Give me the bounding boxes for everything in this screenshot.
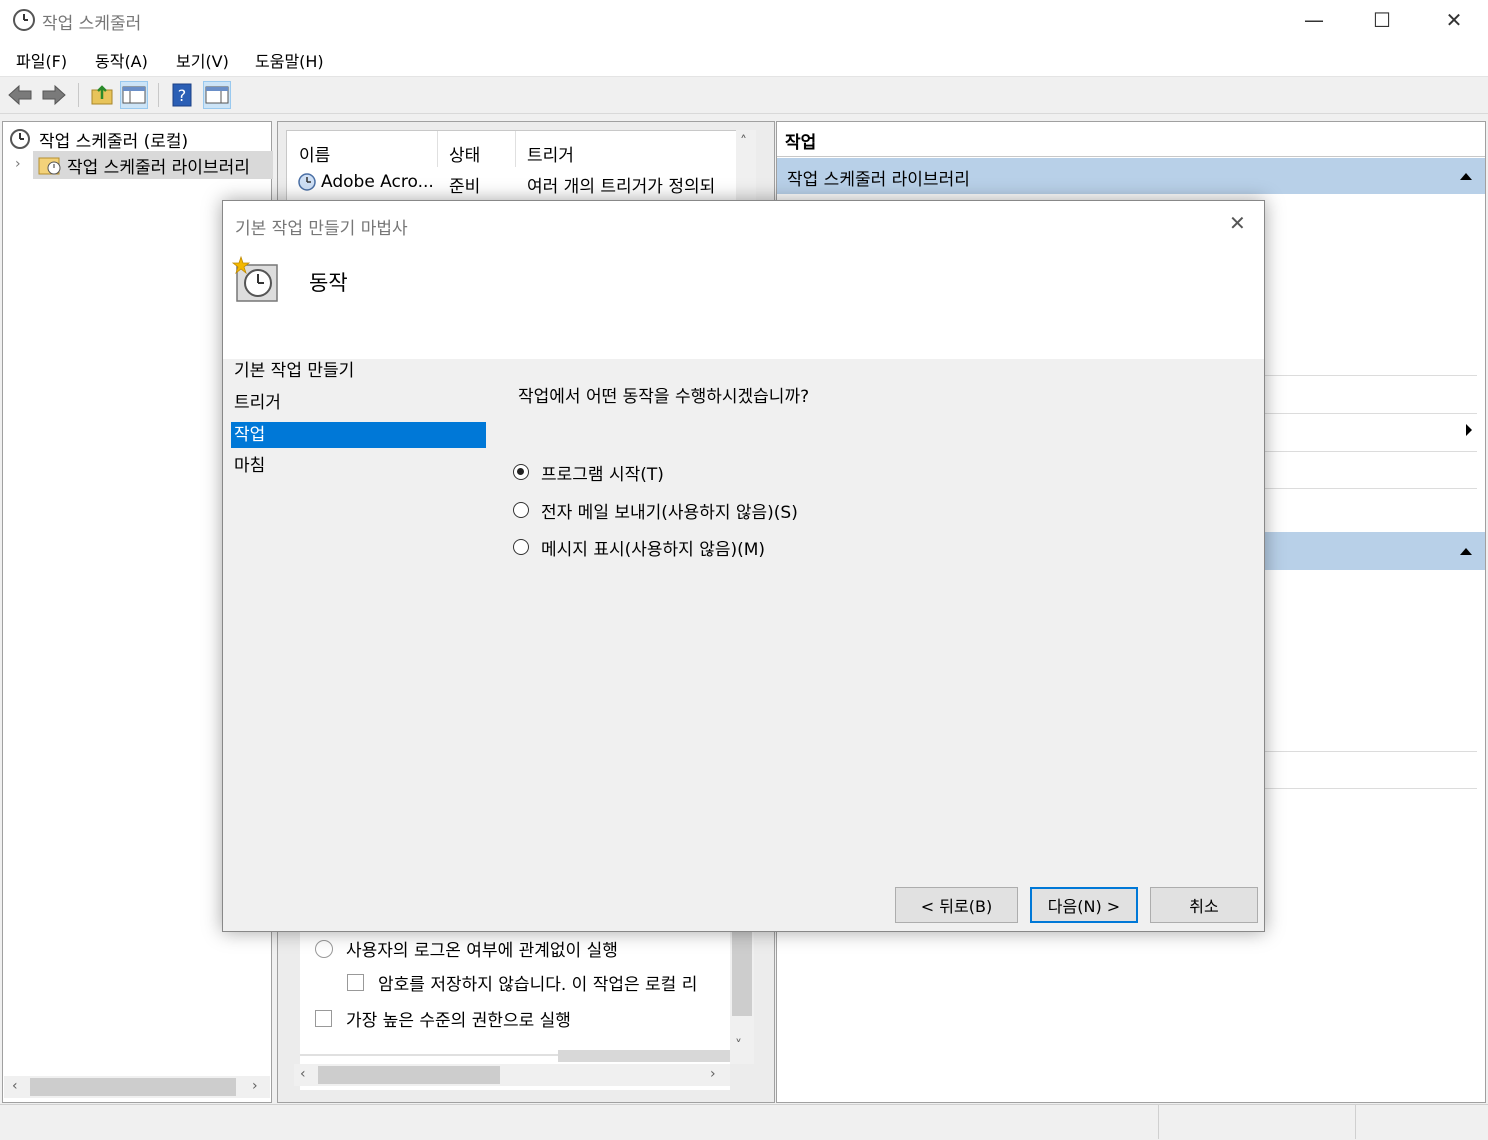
scroll-right-icon[interactable]: ›: [252, 1078, 258, 1094]
wizard-header: 기본 작업 만들기 마법사 ✕ 동작: [223, 201, 1264, 359]
wizard-title: 기본 작업 만들기 마법사: [235, 219, 408, 239]
task-list-vscroll[interactable]: ˄: [736, 130, 756, 200]
row-status: 준비: [449, 177, 481, 197]
tree-item-label: 작업 스케줄러 라이브러리: [67, 158, 250, 178]
clock-icon: [10, 129, 30, 149]
scroll-left-icon[interactable]: ‹: [12, 1078, 18, 1094]
scroll-left-icon[interactable]: ‹: [300, 1066, 306, 1082]
option-start-program[interactable]: 프로그램 시작(T): [511, 459, 911, 487]
step-action[interactable]: 작업: [231, 422, 486, 448]
action-divider: [1265, 375, 1477, 376]
action-divider: [1265, 751, 1477, 752]
actions-header: 작업: [777, 122, 1485, 157]
radio-run-regardless[interactable]: [315, 940, 333, 958]
status-separator: [1355, 1104, 1356, 1139]
create-basic-task-wizard: 기본 작업 만들기 마법사 ✕ 동작 기본 작업 만들기 트리거 작업 마침 작…: [222, 200, 1265, 932]
toolbar: ?: [0, 77, 1488, 114]
option-run-regardless-label: 사용자의 로그온 여부에 관계없이 실행: [346, 941, 618, 961]
folder-up-icon[interactable]: [88, 81, 116, 109]
next-button[interactable]: 다음(N) >: [1030, 887, 1138, 923]
collapse-triangle-icon[interactable]: [1459, 546, 1473, 556]
wizard-question: 작업에서 어떤 동작을 수행하시겠습니까?: [518, 387, 810, 407]
window-title: 작업 스케줄러: [42, 14, 142, 34]
status-bar: [0, 1104, 1488, 1140]
radio-display-message[interactable]: [513, 539, 529, 555]
scroll-right-icon[interactable]: ›: [710, 1066, 716, 1082]
column-divider: [437, 131, 438, 167]
expand-chevron-icon[interactable]: ›: [15, 156, 21, 172]
task-wizard-icon: [231, 255, 278, 302]
panel-scroll-fragment: [558, 1050, 730, 1062]
wizard-heading: 동작: [309, 271, 348, 295]
option-send-email-label: 전자 메일 보내기(사용하지 않음)(S): [541, 503, 798, 523]
action-divider: [1265, 413, 1477, 414]
svg-text:?: ?: [178, 86, 187, 105]
tree-root[interactable]: 작업 스케줄러 (로컬): [39, 127, 188, 152]
status-separator: [1158, 1104, 1159, 1139]
toolbar-separator: [158, 83, 159, 107]
actions-section-header[interactable]: 작업 스케줄러 라이브러리: [777, 158, 1485, 194]
toolbar-separator: [78, 83, 79, 107]
action-divider: [1265, 788, 1477, 789]
menu-help[interactable]: 도움말(H): [255, 48, 324, 72]
close-button[interactable]: ✕: [1420, 0, 1488, 40]
back-button[interactable]: < 뒤로(B): [895, 887, 1018, 923]
task-list: 이름 상태 트리거 Adobe Acro... 준비 여러 개의 트리거가 정의…: [286, 130, 740, 202]
step-finish[interactable]: 마침: [231, 453, 486, 479]
show-hide-console-tree-icon[interactable]: [120, 81, 148, 109]
action-divider: [1265, 488, 1477, 489]
column-header-status[interactable]: 상태: [449, 141, 480, 166]
option-start-program-label: 프로그램 시작(T): [541, 465, 664, 485]
scroll-down-icon[interactable]: ˅: [735, 1038, 742, 1054]
left-horizontal-scrollbar[interactable]: ‹ ›: [4, 1076, 270, 1098]
table-row[interactable]: Adobe Acro... 준비 여러 개의 트리거가 정의되: [287, 167, 739, 197]
properties-vscroll[interactable]: ˅: [730, 930, 754, 1064]
properties-hscroll[interactable]: ‹ ›: [294, 1064, 730, 1086]
step-create-basic-task[interactable]: 기본 작업 만들기: [231, 358, 486, 384]
option-no-password-label: 암호를 저장하지 않습니다. 이 작업은 로컬 리: [378, 975, 698, 995]
checkbox-highest-privileges[interactable]: [315, 1010, 332, 1027]
menu-file[interactable]: 파일(F): [16, 48, 67, 72]
option-highest-label: 가장 높은 수준의 권한으로 실행: [346, 1011, 571, 1031]
step-trigger[interactable]: 트리거: [231, 390, 486, 416]
menu-view[interactable]: 보기(V): [176, 48, 229, 72]
menu-bar: 파일(F) 동작(A) 보기(V) 도움말(H): [0, 40, 1488, 77]
cancel-button[interactable]: 취소: [1150, 887, 1258, 923]
scroll-up-icon[interactable]: ˄: [740, 134, 747, 150]
radio-start-program[interactable]: [513, 464, 529, 480]
title-bar: 작업 스케줄러 — ☐ ✕: [0, 0, 1488, 40]
row-name: Adobe Acro...: [321, 172, 434, 192]
collapse-triangle-icon[interactable]: [1459, 171, 1473, 181]
action-divider: [1265, 451, 1477, 452]
scroll-thumb[interactable]: [732, 930, 752, 1016]
option-send-email[interactable]: 전자 메일 보내기(사용하지 않음)(S): [511, 497, 911, 525]
help-icon[interactable]: ?: [168, 81, 196, 109]
radio-send-email[interactable]: [513, 502, 529, 518]
column-header-name[interactable]: 이름: [299, 141, 330, 166]
scroll-thumb[interactable]: [318, 1066, 500, 1084]
row-trigger: 여러 개의 트리거가 정의되: [527, 177, 716, 197]
tree-item-library[interactable]: 작업 스케줄러 라이브러리: [33, 151, 273, 179]
minimize-button[interactable]: —: [1280, 0, 1348, 40]
clock-icon: [13, 9, 35, 31]
show-hide-action-pane-icon[interactable]: [203, 81, 231, 109]
forward-arrow-icon[interactable]: [40, 81, 68, 109]
wizard-close-icon[interactable]: ✕: [1229, 211, 1246, 235]
actions-header-label: 작업: [785, 133, 817, 153]
actions-section-label: 작업 스케줄러 라이브러리: [787, 170, 970, 190]
folder-clock-icon: [38, 157, 61, 175]
checkbox-no-password[interactable]: [347, 974, 364, 991]
column-header-trigger[interactable]: 트리거: [527, 141, 574, 166]
menu-action[interactable]: 동작(A): [95, 48, 148, 72]
option-display-message-label: 메시지 표시(사용하지 않음)(M): [541, 540, 766, 560]
scroll-thumb[interactable]: [30, 1078, 236, 1096]
task-clock-icon: [298, 173, 316, 191]
column-divider: [515, 131, 516, 167]
submenu-arrow-icon[interactable]: [1465, 423, 1473, 437]
option-display-message[interactable]: 메시지 표시(사용하지 않음)(M): [511, 534, 911, 562]
maximize-button[interactable]: ☐: [1348, 0, 1416, 40]
back-arrow-icon[interactable]: [6, 81, 34, 109]
actions-section-header-2[interactable]: [1265, 532, 1485, 570]
